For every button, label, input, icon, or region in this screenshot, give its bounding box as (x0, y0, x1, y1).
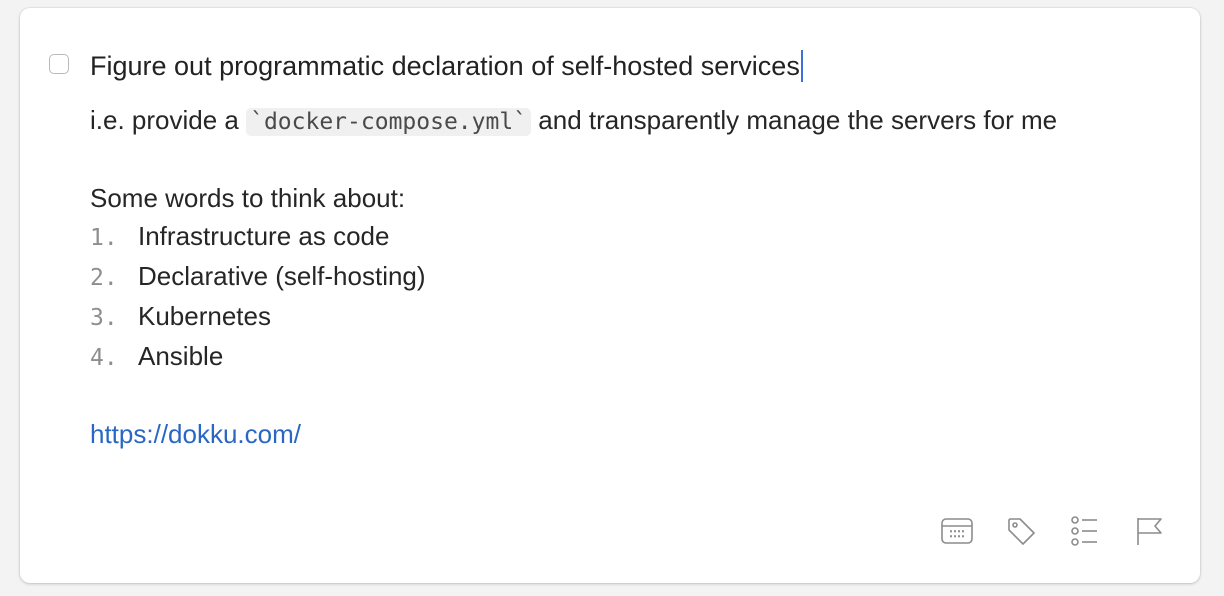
task-checkbox[interactable] (49, 54, 69, 74)
text-cursor (800, 50, 803, 82)
notes-intro-after: and transparently manage the servers for… (531, 105, 1058, 135)
tag-icon (1008, 518, 1035, 545)
calendar-icon (941, 518, 973, 544)
list-text: Declarative (self-hosting) (138, 261, 426, 291)
task-title[interactable]: Figure out programmatic declaration of s… (90, 48, 803, 84)
ordered-list: 1. Infrastructure as code 2. Declarative (… (90, 217, 1170, 377)
list-item: 4. Ansible (90, 337, 1170, 377)
list-text: Kubernetes (138, 301, 271, 331)
flag-button[interactable] (1132, 514, 1166, 548)
list-number: 1. (90, 225, 118, 251)
dokku-link[interactable]: https://dokku.com/ (90, 419, 301, 449)
list-number: 2. (90, 265, 118, 291)
link-line: https://dokku.com/ (90, 415, 1170, 453)
notes-intro-before: i.e. provide a (90, 105, 247, 135)
list-heading: Some words to think about: (90, 183, 406, 213)
list-item: 1. Infrastructure as code (90, 217, 1170, 257)
task-toolbar (940, 514, 1166, 548)
calendar-button[interactable] (940, 514, 974, 548)
notes-intro: i.e. provide a `docker-compose.yml` and … (90, 101, 1170, 141)
tag-button[interactable] (1004, 514, 1038, 548)
list-number: 3. (90, 305, 118, 331)
checklist-icon (1071, 516, 1097, 546)
list-item: 3. Kubernetes (90, 297, 1170, 337)
task-notes[interactable]: i.e. provide a `docker-compose.yml` and … (90, 101, 1170, 453)
task-card: Figure out programmatic declaration of s… (20, 8, 1200, 583)
task-title-text: Figure out programmatic declaration of s… (90, 51, 800, 81)
list-item: 2. Declarative (self-hosting) (90, 257, 1170, 297)
list-text: Ansible (138, 341, 224, 371)
flag-icon (1137, 518, 1162, 545)
list-text: Infrastructure as code (138, 221, 390, 251)
list-number: 4. (90, 345, 118, 371)
checklist-button[interactable] (1068, 514, 1102, 548)
inline-code: `docker-compose.yml` (246, 108, 532, 136)
